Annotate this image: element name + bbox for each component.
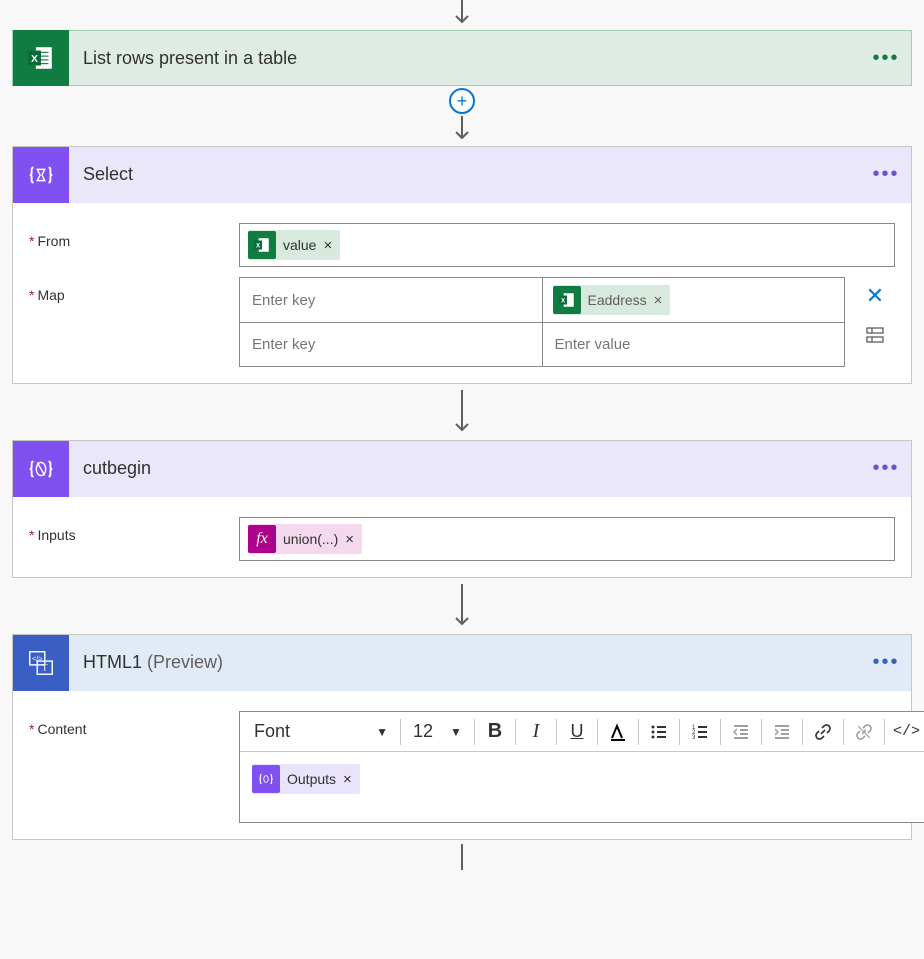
bullet-list-button[interactable] [643,716,675,748]
link-button[interactable] [807,716,839,748]
step-list-rows[interactable]: X List rows present in a table ••• [12,30,912,86]
more-menu[interactable]: ••• [861,457,911,480]
connector-arrow [452,384,472,440]
map-key-cell[interactable] [240,278,542,322]
step-header[interactable]: Select ••• [13,147,911,203]
step-cutbegin: cutbegin ••• *Inputs fx union(...) × [12,440,912,578]
step-html1: </> T HTML1 (Preview) ••• *Content Fon [12,634,912,840]
fx-icon: fx [248,525,276,553]
map-key-cell[interactable] [240,323,542,366]
switch-mode-icon[interactable] [865,325,885,348]
remove-token-icon[interactable]: × [654,292,663,309]
rich-text-editor: Font▼ 12 ▼ B I U [239,711,924,823]
token-eaddress[interactable]: X Eaddress × [553,285,671,315]
separator [474,719,475,745]
svg-text:X: X [31,54,38,65]
remove-token-icon[interactable]: × [343,771,352,788]
html-icon: </> T [13,635,69,691]
connector-arrow [452,0,472,30]
svg-text:3: 3 [692,735,696,741]
token-union[interactable]: fx union(...) × [248,524,362,554]
map-key-input[interactable] [250,291,532,310]
remove-token-icon[interactable]: × [345,531,354,548]
more-menu[interactable]: ••• [861,163,911,186]
from-label: *From [29,223,239,249]
inputs-input[interactable]: fx union(...) × [239,517,895,561]
data-op-icon [252,765,280,793]
size-select[interactable]: 12 ▼ [405,716,470,748]
chevron-down-icon: ▼ [376,725,388,739]
content-input[interactable]: Outputs × [240,752,924,822]
content-label: *Content [29,711,239,737]
plus-icon: + [457,92,468,110]
connector-arrow [452,840,472,870]
from-input[interactable]: X value × [239,223,895,267]
excel-icon: X [13,30,69,86]
inputs-label: *Inputs [29,517,239,543]
map-row [240,322,844,366]
separator [638,719,639,745]
map-value-cell[interactable]: X Eaddress × [542,278,845,322]
step-title: cutbegin [69,458,861,479]
separator [515,719,516,745]
outdent-button[interactable] [725,716,757,748]
map-grid: X Eaddress × [239,277,845,367]
map-row: X Eaddress × [240,278,844,322]
data-op-icon [13,147,69,203]
map-key-input[interactable] [250,335,532,354]
excel-icon: X [553,286,581,314]
step-title: List rows present in a table [69,48,861,69]
color-button[interactable] [602,716,634,748]
svg-text:T: T [42,663,48,673]
step-title: HTML1 (Preview) [69,652,861,673]
number-list-button[interactable]: 123 [684,716,716,748]
indent-button[interactable] [766,716,798,748]
more-menu[interactable]: ••• [861,651,911,674]
map-label: *Map [29,277,239,303]
step-select: Select ••• *From X value × [12,146,912,384]
underline-button[interactable]: U [561,716,593,748]
toolbar: Font▼ 12 ▼ B I U [240,712,924,752]
data-op-icon [13,441,69,497]
separator [802,719,803,745]
excel-icon: X [248,231,276,259]
separator [720,719,721,745]
token-value[interactable]: X value × [248,230,340,260]
code-view-button[interactable]: </> [889,716,924,748]
map-value-input[interactable] [553,335,835,354]
token-outputs[interactable]: Outputs × [252,764,360,794]
step-header[interactable]: </> T HTML1 (Preview) ••• [13,635,911,691]
clear-map-icon[interactable]: ✕ [866,283,884,309]
separator [884,719,885,745]
separator [597,719,598,745]
token-label: Outputs [287,771,336,787]
separator [556,719,557,745]
add-step-button[interactable]: + [449,88,475,114]
font-select[interactable]: Font▼ [246,716,396,748]
connector-arrow [452,578,472,634]
token-label: value [283,237,316,253]
separator [761,719,762,745]
chevron-down-icon: ▼ [450,725,462,739]
unlink-button[interactable] [848,716,880,748]
separator [400,719,401,745]
connector-arrow: + [452,90,472,146]
remove-token-icon[interactable]: × [323,237,332,254]
bold-button[interactable]: B [479,716,511,748]
italic-button[interactable]: I [520,716,552,748]
separator [679,719,680,745]
token-label: union(...) [283,531,338,547]
more-menu[interactable]: ••• [861,47,911,70]
map-value-cell[interactable] [542,323,845,366]
token-label: Eaddress [588,292,647,308]
step-title: Select [69,164,861,185]
step-header[interactable]: cutbegin ••• [13,441,911,497]
separator [843,719,844,745]
